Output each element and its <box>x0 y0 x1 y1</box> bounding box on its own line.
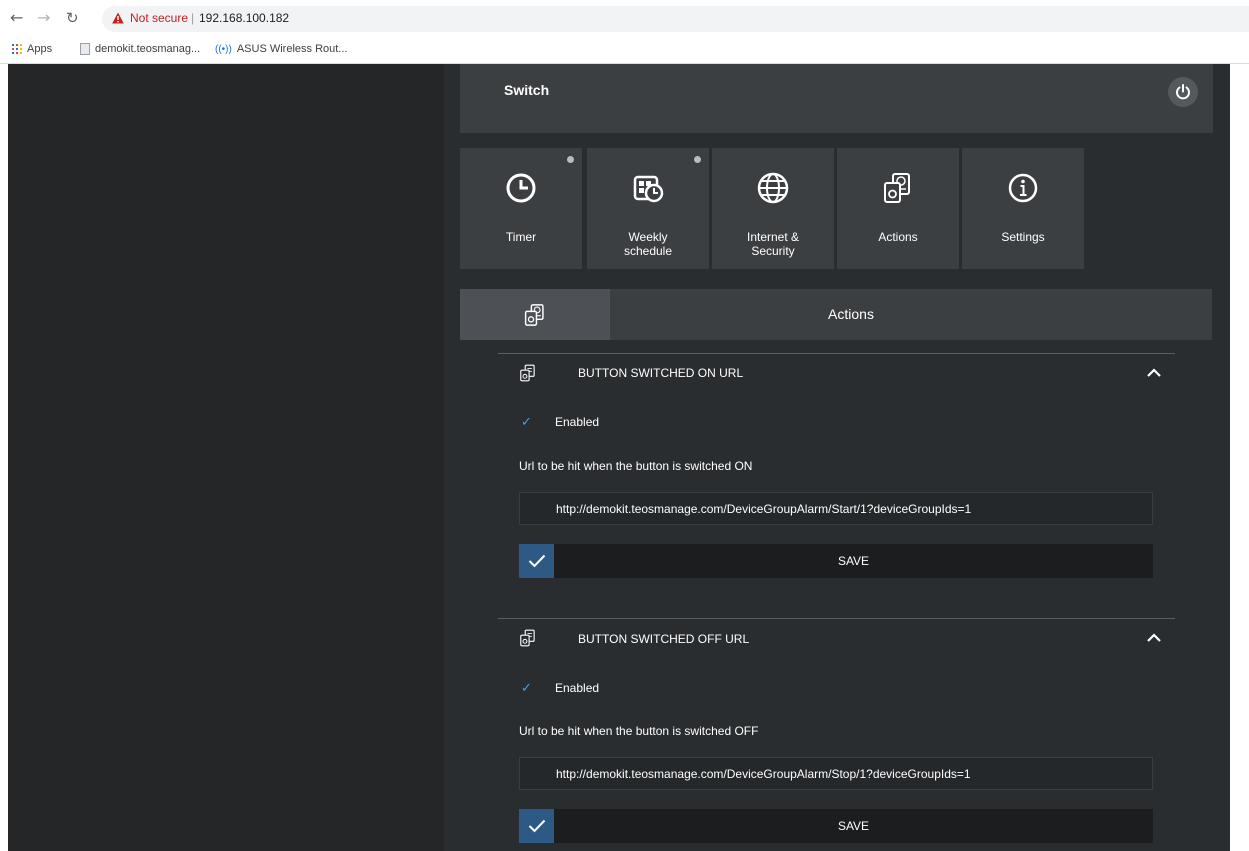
tile-label: Internet & Security <box>746 230 800 258</box>
tile-label: Actions <box>878 230 918 244</box>
address-separator: | <box>191 11 195 25</box>
save-button[interactable]: SAVE <box>519 809 1153 843</box>
indicator-dot <box>567 156 574 163</box>
url-description: Url to be hit when the button is switche… <box>519 459 753 473</box>
tile-settings[interactable]: Settings <box>962 148 1084 269</box>
wireless-icon: ((•)) <box>215 43 232 55</box>
url-description: Url to be hit when the button is switche… <box>519 724 759 738</box>
save-check-cell <box>519 809 554 843</box>
tile-internet-security[interactable]: Internet & Security <box>712 148 834 269</box>
tile-actions[interactable]: Actions <box>837 148 959 269</box>
save-label: SAVE <box>837 554 870 568</box>
enabled-label: Enabled <box>555 415 600 429</box>
bookmark-apps[interactable]: Apps <box>12 43 52 55</box>
forward-icon[interactable]: → <box>37 9 50 27</box>
bookmarks-bar: Apps demokit.teosmanag... ((•)) ASUS Wir… <box>0 36 1249 64</box>
actions-icon <box>520 364 535 382</box>
bookmark-demokit[interactable]: demokit.teosmanag... <box>80 43 200 55</box>
power-icon <box>1176 84 1190 100</box>
checkmark-icon <box>528 554 545 568</box>
bookmark-asus[interactable]: ((•)) ASUS Wireless Rout... <box>215 43 347 55</box>
page-icon <box>80 43 90 55</box>
tile-weekly-schedule[interactable]: Weekly schedule <box>587 148 709 269</box>
checkmark-icon <box>528 819 545 833</box>
section-divider <box>498 353 1175 354</box>
indicator-dot <box>694 156 701 163</box>
save-button[interactable]: SAVE <box>519 544 1153 578</box>
actions-icon <box>520 629 535 647</box>
globe-icon <box>757 172 789 204</box>
window-edge <box>1230 64 1249 851</box>
chevron-up-icon[interactable] <box>1146 633 1162 643</box>
page-url[interactable]: 192.168.100.182 <box>199 11 289 25</box>
bookmark-label: demokit.teosmanag... <box>95 43 201 55</box>
on-url-input[interactable] <box>519 492 1153 525</box>
clock-icon <box>506 173 536 203</box>
browser-toolbar: ← → ↻ Not secure | 192.168.100.182 <box>0 0 1249 36</box>
section-divider <box>498 618 1175 619</box>
tile-label: Settings <box>1001 230 1045 244</box>
apps-grid-icon <box>12 44 22 54</box>
chevron-up-icon[interactable] <box>1146 368 1162 378</box>
bookmark-label: Apps <box>27 43 53 55</box>
weekly-schedule-icon <box>633 175 664 203</box>
section-title[interactable]: BUTTON SWITCHED OFF URL <box>578 632 749 646</box>
tile-label: Weekly schedule <box>623 230 673 258</box>
tile-label: Timer <box>505 230 537 244</box>
save-check-cell <box>519 544 554 578</box>
actions-icon <box>524 303 544 326</box>
device-header: Switch <box>460 64 1213 133</box>
actions-icon <box>884 173 910 203</box>
enabled-checkbox[interactable]: ✓ <box>521 414 532 430</box>
actions-tab-icon-cell[interactable] <box>460 289 610 340</box>
warning-icon <box>112 12 124 24</box>
address-bar[interactable]: Not secure | 192.168.100.182 <box>102 6 1249 32</box>
window-edge <box>0 64 8 851</box>
power-button[interactable] <box>1168 77 1198 107</box>
section-title[interactable]: BUTTON SWITCHED ON URL <box>578 366 743 380</box>
save-label: SAVE <box>837 819 870 833</box>
bookmark-label: ASUS Wireless Rout... <box>236 43 348 55</box>
security-status[interactable]: Not secure <box>130 11 188 25</box>
back-icon[interactable]: ← <box>10 9 23 27</box>
info-icon <box>1008 173 1038 203</box>
page-title: Switch <box>504 82 550 98</box>
reload-icon[interactable]: ↻ <box>66 9 79 27</box>
panel-title: Actions <box>828 306 874 322</box>
actions-panel-header: Actions <box>460 289 1212 340</box>
tile-timer[interactable]: Timer <box>460 148 582 269</box>
enabled-checkbox[interactable]: ✓ <box>521 680 532 696</box>
off-url-input[interactable] <box>519 757 1153 790</box>
enabled-label: Enabled <box>555 681 600 695</box>
